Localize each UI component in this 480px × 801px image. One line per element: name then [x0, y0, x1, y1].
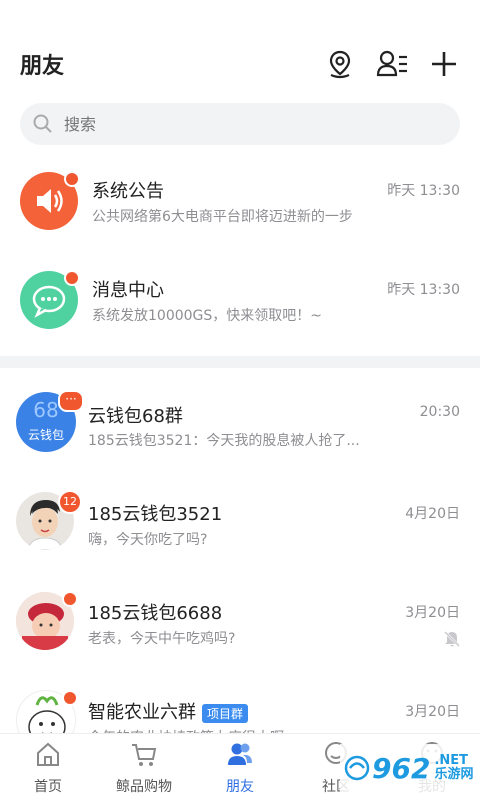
shopping-cart-icon: [132, 744, 157, 766]
conversation-time: 4月20日: [405, 506, 460, 522]
contacts-button[interactable]: [372, 44, 412, 84]
add-button[interactable]: [424, 44, 464, 84]
tab-home[interactable]: 首页: [0, 734, 96, 801]
unread-dot: [64, 171, 80, 187]
conversation-preview: 老表，今天中午吃鸡吗?: [88, 631, 236, 647]
unread-dot: [64, 270, 80, 286]
location-button[interactable]: [320, 44, 360, 84]
location-icon: [329, 50, 351, 79]
conversation-item[interactable]: 68 云钱包 ··· 云钱包68群 185云钱包3521：今天我的股息被人抢了.…: [0, 380, 480, 476]
conversation-preview: 公共网络第6大电商平台即将迈进新的一步: [92, 209, 353, 225]
conversation-name: 185云钱包3521: [88, 504, 223, 525]
unread-dot: [62, 690, 78, 706]
watermark-site-name: 乐游网: [434, 767, 474, 782]
conversation-name: 系统公告: [92, 181, 164, 202]
tab-label: 朋友: [226, 779, 254, 795]
contacts-icon: [376, 50, 407, 77]
mute-bell-icon: [444, 631, 460, 647]
watermark-domain: .NET: [434, 752, 469, 768]
conversation-name: 消息中心: [92, 280, 164, 301]
conversation-time: 3月20日: [405, 605, 460, 621]
search-icon: [33, 114, 52, 133]
tab-label: 鲸品购物: [116, 779, 172, 795]
conversation-item[interactable]: 系统公告 公共网络第6大电商平台即将迈进新的一步 昨天 13:30: [0, 157, 480, 253]
conversation-time: 20:30: [419, 404, 460, 420]
conversation-name-text: 智能农业六群: [88, 702, 196, 723]
conversation-time: 昨天 13:30: [387, 282, 460, 298]
unread-count-badge: 12: [58, 490, 82, 514]
conversation-name: 云钱包68群: [88, 406, 183, 427]
conversation-time: 昨天 13:30: [387, 183, 460, 199]
conversation-preview: 嗨，今天你吃了吗?: [88, 532, 208, 548]
project-group-tag: 项目群: [202, 703, 249, 723]
watermark-number: 962: [372, 751, 431, 785]
section-divider: [0, 356, 480, 368]
header: 朋友: [0, 0, 480, 100]
friends-icon: [228, 743, 252, 765]
conversation-name: 185云钱包6688: [88, 603, 223, 624]
tab-friends[interactable]: 朋友: [192, 734, 288, 801]
conversation-preview: 185云钱包3521：今天我的股息被人抢了...: [88, 433, 360, 449]
more-badge: ···: [58, 390, 84, 412]
conversation-item[interactable]: 12 185云钱包3521 嗨，今天你吃了吗? 4月20日: [0, 478, 480, 574]
group-avatar-label: 云钱包: [27, 428, 64, 442]
unread-dot: [62, 591, 78, 607]
site-watermark: 962 .NET 乐游网: [340, 744, 480, 792]
conversation-item[interactable]: 185云钱包6688 老表，今天中午吃鸡吗? 3月20日: [0, 577, 480, 673]
search-input[interactable]: [62, 113, 426, 135]
home-icon: [37, 742, 59, 766]
plus-icon: [432, 52, 456, 76]
conversation-item[interactable]: 消息中心 系统发放10000GS，快来领取吧！~ 昨天 13:30: [0, 256, 480, 352]
tab-label: 首页: [34, 779, 62, 795]
conversation-preview: 系统发放10000GS，快来领取吧！~: [92, 308, 323, 324]
search-bar[interactable]: [20, 103, 460, 145]
tab-shopping[interactable]: 鲸品购物: [96, 734, 192, 801]
watermark-logo-icon: [344, 755, 370, 781]
page-title: 朋友: [20, 54, 65, 79]
conversation-name: 智能农业六群 项目群: [88, 698, 249, 724]
conversation-time: 3月20日: [405, 704, 460, 720]
